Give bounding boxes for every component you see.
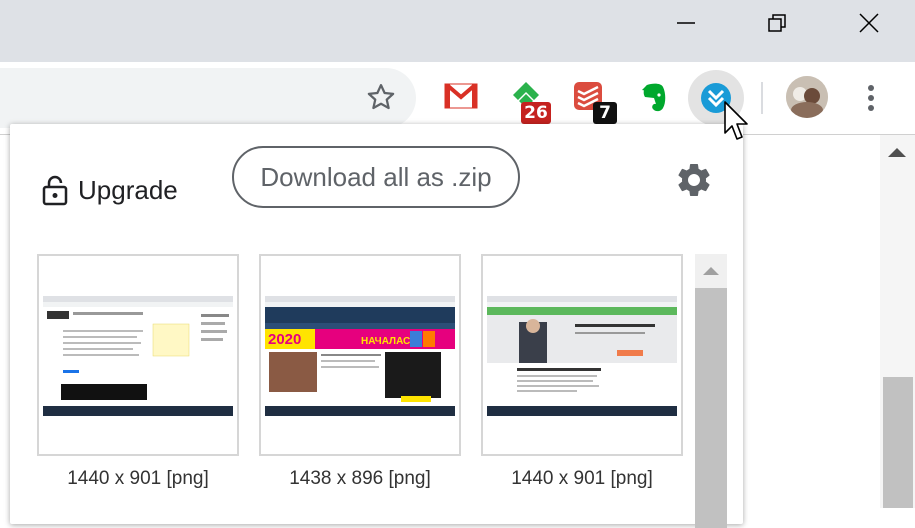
screenshot-preview <box>43 296 233 416</box>
lock-icon <box>42 175 68 206</box>
profile-avatar-button[interactable] <box>786 76 828 118</box>
extension-popup: Upgrade Download all as .zip 1440 x 901 … <box>10 124 743 528</box>
image-thumbnail-3[interactable] <box>481 254 683 456</box>
popup-scroll-thumb[interactable] <box>695 288 727 528</box>
screenshot-preview: 2020 НАЧАЛАСЬ <box>265 296 455 416</box>
scroll-up-arrow-icon <box>888 148 906 157</box>
avatar <box>786 76 828 118</box>
upgrade-label: Upgrade <box>78 174 178 205</box>
browser-menu-button[interactable] <box>856 78 886 118</box>
settings-button[interactable] <box>674 160 714 200</box>
upgrade-link[interactable]: Upgrade <box>42 170 178 210</box>
page-scroll-thumb[interactable] <box>883 377 913 508</box>
image-caption-3: 1440 x 901 [png] <box>511 468 653 489</box>
evernote-extension-button[interactable] <box>636 80 672 116</box>
thumb-year-text: 2020 <box>268 331 301 348</box>
close-button[interactable] <box>846 0 892 46</box>
close-icon <box>859 13 879 33</box>
address-bar[interactable] <box>0 68 416 128</box>
download-zip-button[interactable]: Download all as .zip <box>232 146 520 208</box>
todoist-badge: 7 <box>593 102 617 124</box>
thumb-banner-text: НАЧАЛАСЬ <box>361 336 417 347</box>
restore-icon <box>768 14 786 32</box>
mouse-cursor-icon <box>724 101 748 140</box>
screenshot-preview <box>487 296 677 416</box>
restore-button[interactable] <box>754 0 800 46</box>
page-scrollbar[interactable] <box>880 135 915 508</box>
gear-icon <box>678 164 710 196</box>
popup-scrollbar[interactable] <box>695 254 727 528</box>
image-caption-1: 1440 x 901 [png] <box>67 468 209 489</box>
minimize-button[interactable] <box>663 0 709 46</box>
gmail-extension-button[interactable] <box>443 82 479 110</box>
more-vert-icon <box>868 85 874 111</box>
minimize-icon <box>677 22 695 24</box>
gmail-icon <box>444 83 478 109</box>
scroll-up-arrow-icon <box>703 267 719 275</box>
toolbar-separator <box>761 82 763 114</box>
evernote-icon <box>642 83 666 112</box>
image-thumbnail-1[interactable] <box>37 254 239 456</box>
image-caption-2: 1438 x 896 [png] <box>289 468 431 489</box>
image-thumbnail-2[interactable]: 2020 НАЧАЛАСЬ <box>259 254 461 456</box>
feedly-badge: 26 <box>521 102 551 124</box>
star-icon <box>367 84 395 110</box>
bookmark-star-button[interactable] <box>362 78 400 116</box>
title-bar <box>0 0 915 62</box>
